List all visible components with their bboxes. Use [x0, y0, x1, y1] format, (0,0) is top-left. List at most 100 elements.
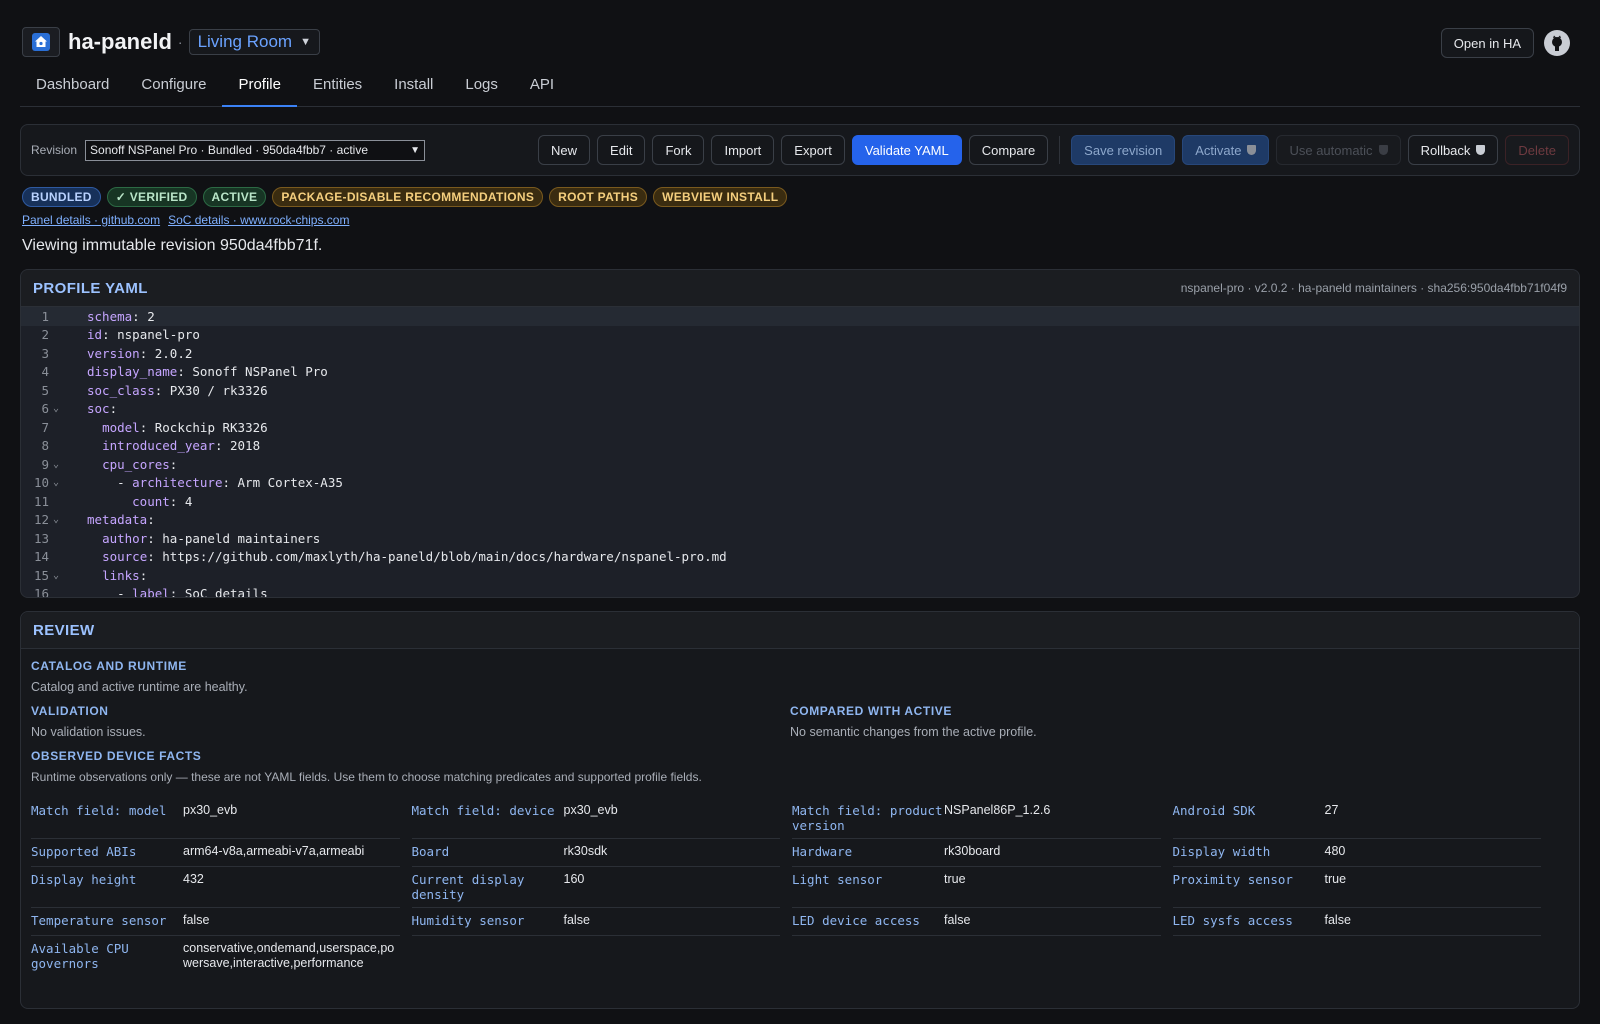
tab-install[interactable]: Install — [378, 67, 449, 107]
fact-value: false — [183, 913, 210, 927]
review-title: REVIEW — [33, 621, 95, 639]
fact-value: false — [944, 913, 971, 927]
code-text: - architecture: Arm Cortex-A35 — [87, 475, 343, 491]
compare-button[interactable]: Compare — [968, 135, 1049, 165]
fact-value: arm64-v8a,armeabi-v7a,armeabi — [183, 844, 365, 858]
fact-item: Android SDK 27 — [1172, 798, 1541, 839]
line-number: 15 — [33, 567, 49, 583]
status-badges: BUNDLED ✓ VERIFIED ACTIVE PACKAGE-DISABL… — [22, 187, 788, 207]
fact-item: LED sysfs access false — [1172, 908, 1541, 936]
toolbar-divider — [1059, 136, 1061, 164]
fact-key: Display width — [1172, 844, 1271, 859]
yaml-value: 2018 — [222, 438, 261, 454]
code-line: 9 ⌄ cpu_cores: — [21, 455, 1579, 474]
review-panel-header: REVIEW — [21, 612, 1579, 649]
import-button[interactable]: Import — [711, 135, 775, 165]
delete-button[interactable]: Delete — [1505, 135, 1569, 165]
fold-chevron-icon[interactable]: ⌄ — [49, 403, 71, 414]
edit-button[interactable]: Edit — [597, 135, 646, 165]
validate-yaml-button[interactable]: Validate YAML — [851, 135, 962, 165]
fact-item: Display width 480 — [1172, 839, 1541, 867]
rollback-button[interactable]: Rollback — [1407, 135, 1499, 165]
fact-item: LED device access false — [792, 908, 1161, 936]
fold-chevron-icon[interactable]: ⌄ — [49, 459, 71, 470]
yaml-key: metadata — [87, 512, 148, 528]
fork-button[interactable]: Fork — [652, 135, 705, 165]
revision-select[interactable]: Sonoff NSPanel Pro · Bundled · 950da4fbb… — [85, 139, 426, 161]
fact-key: Current display density — [411, 872, 525, 902]
badge-bundled: BUNDLED — [22, 187, 101, 207]
code-text: author: ha-paneld maintainers — [87, 531, 320, 546]
code-line: 11 count: 4 — [21, 492, 1579, 511]
code-line: 13 author: ha-paneld maintainers — [21, 529, 1579, 548]
yaml-key: id — [87, 327, 103, 343]
save-revision-button[interactable]: Save revision — [1071, 135, 1176, 165]
fold-chevron-icon[interactable]: ⌄ — [49, 570, 71, 581]
yaml-key: links — [102, 567, 140, 583]
code-indent: - — [87, 475, 133, 491]
soc-details-link[interactable]: SoC details · www.rock-chips.com — [168, 213, 349, 227]
yaml-value: Sonoff NSPanel Pro — [184, 364, 328, 380]
tab-dashboard[interactable]: Dashboard — [20, 67, 125, 107]
code-text: display_name: Sonoff NSPanel Pro — [87, 364, 328, 380]
yaml-key: soc_class — [87, 382, 155, 398]
tab-entities[interactable]: Entities — [297, 67, 378, 107]
code-line: 2 id: nspanel-pro — [21, 326, 1579, 345]
code-text: links: — [87, 568, 147, 583]
fact-key: LED sysfs access — [1172, 913, 1293, 928]
shield-icon — [1378, 145, 1388, 155]
compared-text: No semantic changes from the active prof… — [790, 725, 1037, 739]
fold-chevron-icon[interactable]: ⌄ — [49, 514, 71, 525]
fact-item: Current display density 160 — [411, 867, 780, 908]
fold-chevron-icon[interactable]: ⌄ — [49, 477, 71, 488]
review-panel: REVIEW CATALOG AND RUNTIME Catalog and a… — [20, 611, 1580, 1009]
code-line: 10 ⌄ - architecture: Arm Cortex-A35 — [21, 474, 1579, 493]
fact-key: Supported ABIs — [31, 844, 137, 859]
line-number: 12 — [33, 512, 49, 528]
panel-details-link[interactable]: Panel details · github.com — [22, 213, 160, 227]
new-button[interactable]: New — [538, 135, 591, 165]
code-line: 15 ⌄ links: — [21, 566, 1579, 585]
yaml-editor[interactable]: 1 schema: 2 2 id: nspanel-pro 3 version: 2.0.… — [21, 307, 1579, 598]
fact-value: rk30board — [944, 844, 1001, 858]
main-tabs: Dashboard Configure Profile Entities Ins… — [20, 67, 1580, 107]
detail-links: Panel details · github.com SoC details ·… — [22, 213, 349, 227]
use-automatic-button[interactable]: Use automatic — [1276, 135, 1401, 165]
yaml-value: 4 — [177, 493, 193, 509]
tab-logs[interactable]: Logs — [449, 67, 514, 107]
yaml-key: label — [132, 586, 170, 598]
shield-icon — [1247, 145, 1257, 155]
fact-key: Android SDK — [1172, 803, 1256, 818]
fact-item: Available CPU governors conservative,onde… — [31, 936, 400, 976]
fact-item: Hardware rk30board — [792, 839, 1161, 867]
fact-value: false — [563, 913, 590, 927]
room-select[interactable]: Living Room ▼ — [188, 29, 320, 55]
export-button[interactable]: Export — [781, 135, 845, 165]
facts-title: OBSERVED DEVICE FACTS — [31, 749, 202, 763]
rollback-label: Rollback — [1420, 142, 1471, 158]
github-icon[interactable] — [1544, 30, 1570, 56]
open-in-ha-button[interactable]: Open in HA — [1440, 28, 1534, 58]
fact-value: true — [1324, 872, 1347, 886]
code-line: 8 introduced_year: 2018 — [21, 437, 1579, 456]
fact-item: Match field: device px30_evb — [411, 798, 780, 839]
fact-value: false — [1324, 913, 1351, 927]
fact-value: true — [944, 872, 966, 886]
viewing-notice: Viewing immutable revision 950da4fbb71f. — [22, 237, 323, 254]
fact-key: Match field: product version — [792, 803, 943, 833]
tab-profile[interactable]: Profile — [222, 67, 297, 107]
code-text: version: 2.0.2 — [87, 345, 193, 361]
tab-api[interactable]: API — [514, 67, 570, 107]
fact-value: 160 — [563, 872, 585, 886]
line-number: 5 — [41, 382, 49, 398]
code-text: metadata: — [87, 512, 155, 528]
fact-item: Match field: model px30_evb — [31, 798, 400, 839]
activate-button[interactable]: Activate — [1182, 135, 1270, 165]
yaml-value: 2.0.2 — [147, 345, 193, 361]
fact-key: Proximity sensor — [1172, 872, 1293, 887]
tab-configure[interactable]: Configure — [125, 67, 222, 107]
app-logo — [22, 27, 60, 57]
fact-item: Light sensor true — [792, 867, 1161, 908]
